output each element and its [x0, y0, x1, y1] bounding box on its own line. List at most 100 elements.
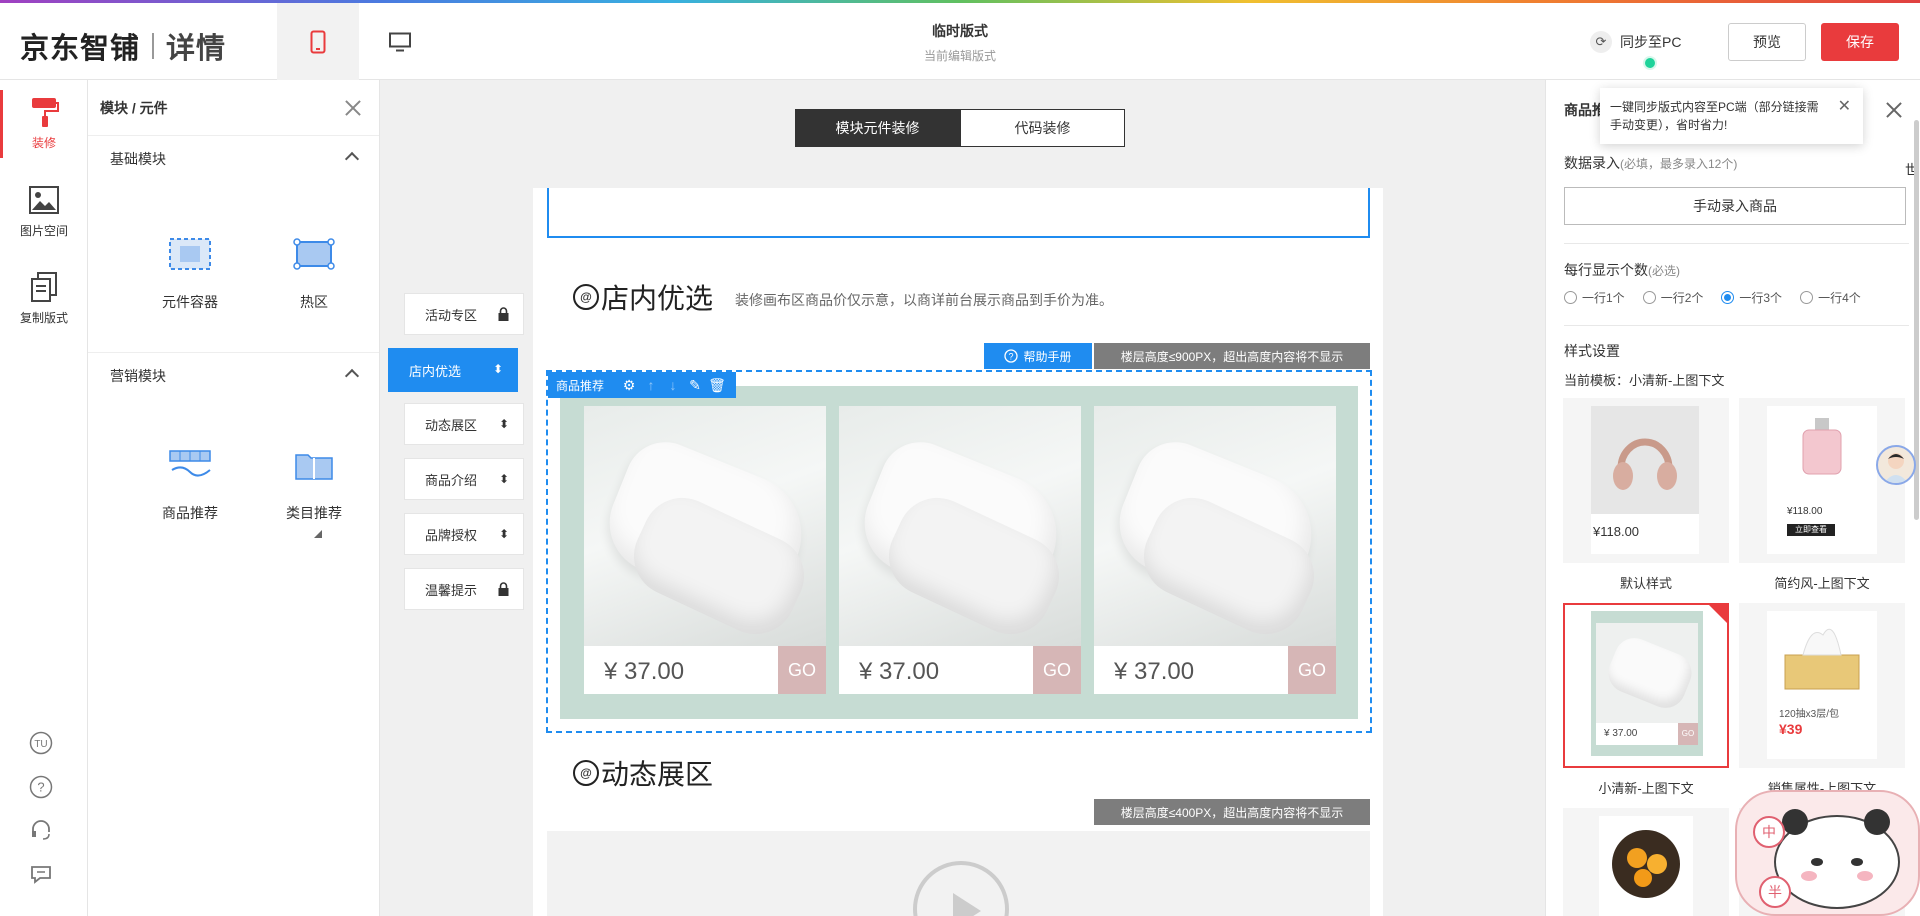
drag-icon[interactable]: ⬍	[499, 417, 509, 431]
price-disclaimer: 装修画布区商品价仅示意，以商详前台展示商品到手价为准。	[735, 292, 1114, 308]
divider	[1564, 325, 1909, 326]
tu-icon[interactable]: TU	[28, 730, 54, 756]
drag-icon[interactable]: ⬍	[499, 527, 509, 541]
floor-nav-item[interactable]: 商品介绍 ⬍	[404, 458, 524, 500]
go-button: GO	[1678, 723, 1698, 745]
view-now-button: 立即查看	[1787, 524, 1835, 536]
layout-title: 临时版式	[932, 23, 988, 39]
manual-entry-button[interactable]: 手动录入商品	[1564, 187, 1906, 225]
radio-4-per-row[interactable]: 一行4个	[1800, 289, 1861, 306]
product-image	[584, 406, 826, 646]
radio-circle	[1564, 291, 1577, 304]
go-button[interactable]: GO	[778, 646, 826, 694]
template-price: ¥118.00	[1591, 514, 1699, 554]
feedback-icon[interactable]	[28, 861, 54, 887]
drag-icon[interactable]: ⬍	[499, 472, 509, 486]
radio-label: 一行4个	[1818, 291, 1861, 305]
floor-nav-item[interactable]: 活动专区	[404, 293, 524, 335]
rail-item-copy-layout[interactable]: 复制版式	[0, 271, 88, 326]
rail-item-decorate[interactable]: 装修	[0, 90, 88, 158]
resize-corner-icon[interactable]	[314, 530, 322, 538]
radio-1-per-row[interactable]: 一行1个	[1564, 289, 1625, 306]
floor-nav-label: 活动专区	[425, 307, 478, 323]
floor-nav-item[interactable]: 温馨提示	[404, 568, 524, 610]
product-card[interactable]: ¥ 37.00 GO	[839, 406, 1081, 694]
app-logo: 京东智铺 详情	[20, 25, 226, 67]
product-card[interactable]: ¥ 37.00 GO	[584, 406, 826, 694]
product-image	[1094, 406, 1336, 646]
sync-to-pc-button[interactable]: ⟳ 同步至PC	[1590, 31, 1681, 53]
section-header-basic[interactable]: 基础模块	[88, 136, 379, 182]
template-more-1[interactable]	[1563, 808, 1729, 916]
product-price: ¥ 37.00	[604, 658, 685, 685]
floor-nav-item-active[interactable]: 店内优选 ⬍	[388, 348, 518, 392]
pc-view-button[interactable]	[359, 3, 441, 80]
rail-item-image-space[interactable]: 图片空间	[0, 184, 88, 239]
drag-icon[interactable]: ⬍	[493, 362, 503, 376]
close-icon[interactable]	[343, 98, 363, 118]
edit-icon[interactable]: ✎	[684, 377, 706, 394]
sync-label: 同步至PC	[1620, 34, 1682, 50]
layout-info: 临时版式 当前编辑版式	[860, 21, 1060, 64]
per-row-title: 每行显示个数	[1564, 262, 1648, 278]
product-price: ¥ 37.00	[1114, 658, 1195, 685]
radio-3-per-row[interactable]: 一行3个	[1721, 289, 1782, 306]
template-simple[interactable]: ¥118.00 立即查看	[1739, 398, 1905, 563]
customer-service-icon[interactable]	[28, 817, 54, 843]
tab-code-decoration[interactable]: 代码装修	[960, 109, 1125, 147]
product-image	[839, 406, 1081, 646]
headphones-image	[1591, 406, 1699, 514]
module-product-recommend[interactable]: 商品推荐	[128, 441, 252, 523]
product-card[interactable]: ¥ 37.00 GO	[1094, 406, 1336, 694]
sync-indicator-dot	[1643, 56, 1657, 70]
help-manual-button[interactable]: ? 帮助手册	[984, 343, 1092, 369]
close-icon[interactable]: ✕	[1838, 98, 1851, 116]
template-default[interactable]: ¥118.00	[1563, 398, 1729, 563]
module-component-container[interactable]: 元件容器	[128, 230, 252, 312]
module-hotspot[interactable]: 热区	[252, 230, 376, 312]
video-placeholder[interactable]	[547, 831, 1370, 916]
tissue-card: 120抽x3层/包 ¥39	[1767, 611, 1877, 759]
assistant-avatar[interactable]	[1876, 445, 1916, 485]
sync-tooltip: 一键同步版式内容至PC端（部分链接需手动变更），省时省力! ✕	[1600, 88, 1863, 144]
template-price: ¥39	[1779, 721, 1803, 737]
floor-nav-item[interactable]: 动态展区 ⬍	[404, 403, 524, 445]
play-icon[interactable]	[913, 861, 1009, 916]
selected-floor-bottom-edge[interactable]	[547, 188, 1370, 238]
perfume-image	[1802, 418, 1842, 475]
floor-nav-label: 温馨提示	[425, 582, 478, 598]
help-icon[interactable]: ?	[28, 774, 54, 800]
trash-icon[interactable]: 🗑	[706, 377, 728, 394]
svg-text:中: 中	[1762, 825, 1776, 841]
arrow-down-icon[interactable]: ↓	[662, 377, 684, 393]
per-row-hint: (必选)	[1648, 264, 1680, 278]
radio-label: 一行3个	[1739, 291, 1783, 305]
go-button[interactable]: GO	[1033, 646, 1081, 694]
module-category-recommend[interactable]: 类目推荐	[252, 441, 376, 523]
floor-height-tag: 楼层高度≤400PX，超出高度内容将不显示	[1094, 799, 1370, 825]
arrow-up-icon[interactable]: ↑	[640, 377, 662, 393]
radio-circle	[1800, 291, 1814, 304]
product-recommend-module[interactable]: 商品推荐 ⚙ ↑ ↓ ✎ 🗑 ¥ 37.00 GO ¥ 37.00 GO ¥ 3…	[546, 370, 1372, 733]
mobile-icon	[310, 30, 326, 53]
floor-nav-item[interactable]: 品牌授权 ⬍	[404, 513, 524, 555]
gear-icon[interactable]: ⚙	[618, 377, 640, 394]
tab-module-decoration[interactable]: 模块元件装修	[795, 109, 960, 147]
close-icon[interactable]	[1884, 100, 1904, 120]
mobile-view-button[interactable]	[277, 3, 359, 80]
template-fresh-selected[interactable]: ¥ 37.00 GO	[1563, 603, 1729, 768]
top-header: 京东智铺 详情 临时版式 当前编辑版式 ⟳ 同步至PC 预览 保存	[0, 3, 1920, 80]
floor-nav-label: 品牌授权	[425, 527, 478, 543]
copy-icon	[28, 271, 60, 303]
section-title: 基础模块	[110, 151, 166, 167]
radio-2-per-row[interactable]: 一行2个	[1642, 289, 1703, 306]
preview-button[interactable]: 预览	[1728, 23, 1806, 61]
section-header-marketing[interactable]: 营销模块	[88, 353, 379, 399]
save-button[interactable]: 保存	[1821, 23, 1899, 61]
panda-mascot-sticker[interactable]: 中半	[1735, 790, 1920, 916]
template-sales-attr[interactable]: 120抽x3层/包 ¥39	[1739, 603, 1905, 768]
module-label: 类目推荐	[286, 505, 342, 521]
hotspot-icon	[290, 230, 338, 278]
go-button[interactable]: GO	[1288, 646, 1336, 694]
section-title: 营销模块	[110, 368, 166, 384]
